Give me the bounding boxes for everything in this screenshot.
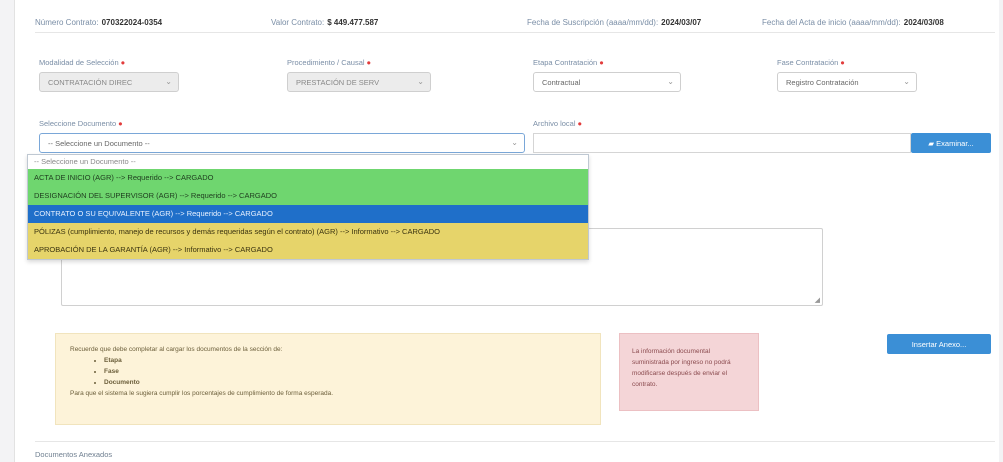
dropdown-option-aprobacion-garantia[interactable]: APROBACIÓN DE LA GARANTÍA (AGR) --> Info…: [28, 241, 588, 259]
chevron-down-icon: ⌄: [903, 77, 910, 86]
procedimiento-select-value: PRESTACIÓN DE SERV: [296, 78, 380, 87]
annexed-documents-heading-text: Documentos Anexados: [35, 450, 113, 459]
dropdown-option-contrato[interactable]: CONTRATO O SU EQUIVALENTE (AGR) --> Requ…: [28, 205, 588, 223]
contract-number-info: Número Contrato: 070322024-0354: [35, 18, 162, 27]
document-select-value: -- Seleccione un Documento --: [48, 139, 150, 148]
file-input-label-text: Archivo local: [533, 119, 576, 128]
subscription-date-label: Fecha de Suscripción (aaaa/mm/dd):: [527, 18, 659, 27]
fase-select-value: Registro Contratación: [786, 78, 859, 87]
reminder-note-list: Etapa Fase Documento: [104, 355, 586, 388]
modalidad-select-value: CONTRATACIÓN DIREC: [48, 78, 133, 87]
resize-handle-icon[interactable]: ◢: [815, 296, 820, 304]
reminder-note-item: Etapa: [104, 355, 586, 366]
subscription-date-value: 2024/03/07: [661, 18, 702, 27]
required-mark: ●: [840, 58, 845, 67]
reminder-note: Recuerde que debe completar al cargar lo…: [55, 333, 601, 425]
dropdown-option-designacion-supervisor[interactable]: DESIGNACIÓN DEL SUPERVISOR (AGR) --> Req…: [28, 187, 588, 205]
fase-label-text: Fase Contratación: [777, 58, 839, 67]
contract-value-label: Valor Contrato:: [271, 18, 325, 27]
fase-label: Fase Contratación ●: [777, 58, 845, 67]
document-select[interactable]: -- Seleccione un Documento -- ⌄: [39, 133, 525, 153]
contract-value-amount: $ 449.477.587: [327, 18, 379, 27]
browse-file-button[interactable]: ▰ Examinar...: [911, 133, 991, 153]
modalidad-select[interactable]: CONTRATACIÓN DIREC ⌄: [39, 72, 179, 92]
etapa-label: Etapa Contratación ●: [533, 58, 604, 67]
required-mark: ●: [120, 58, 126, 67]
warning-note: La información documental suministrada p…: [619, 333, 759, 411]
required-mark: ●: [577, 119, 583, 128]
file-path-input[interactable]: [533, 133, 911, 153]
reminder-note-footer: Para que el sistema le sugiera cumplir l…: [70, 390, 334, 397]
insert-annex-button-label: Insertar Anexo...: [911, 340, 967, 349]
procedimiento-label: Procedimiento / Causal ●: [287, 58, 371, 67]
chevron-down-icon: ⌄: [165, 77, 172, 86]
contract-number-label: Número Contrato:: [35, 18, 99, 27]
required-mark: ●: [366, 58, 372, 67]
modalidad-label-text: Modalidad de Selección: [39, 58, 119, 67]
contract-info-bar: Número Contrato: 070322024-0354 Valor Con…: [35, 16, 995, 33]
contract-number-value: 070322024-0354: [101, 18, 163, 27]
etapa-select[interactable]: Contractual ⌄: [533, 72, 681, 92]
document-select-label-text: Seleccione Documento: [39, 119, 117, 128]
file-input-label: Archivo local ●: [533, 119, 582, 128]
required-mark: ●: [118, 119, 123, 128]
etapa-label-text: Etapa Contratación: [533, 58, 598, 67]
annexed-documents-heading: Documentos Anexados: [35, 441, 995, 459]
folder-open-icon: ▰: [928, 139, 935, 148]
dropdown-option-acta-inicio[interactable]: ACTA DE INICIO (AGR) --> Requerido --> C…: [28, 169, 588, 187]
document-dropdown-list: -- Seleccione un Documento -- ACTA DE IN…: [27, 154, 589, 260]
start-date-value: 2024/03/08: [903, 18, 944, 27]
chevron-down-icon: ⌄: [417, 77, 424, 86]
fase-select[interactable]: Registro Contratación ⌄: [777, 72, 917, 92]
procedimiento-select[interactable]: PRESTACIÓN DE SERV ⌄: [287, 72, 431, 92]
dropdown-option-placeholder[interactable]: -- Seleccione un Documento --: [28, 155, 588, 169]
chevron-down-icon: ⌄: [667, 77, 674, 86]
reminder-note-item: Fase: [104, 366, 586, 377]
required-mark: ●: [599, 58, 604, 67]
dropdown-option-polizas[interactable]: PÓLIZAS (cumplimiento, manejo de recurso…: [28, 223, 588, 241]
reminder-note-intro: Recuerde que debe completar al cargar lo…: [70, 346, 283, 353]
reminder-note-item: Documento: [104, 377, 586, 388]
start-date-label: Fecha del Acta de inicio (aaaa/mm/dd):: [762, 18, 901, 27]
contract-value-info: Valor Contrato: $ 449.477.587: [271, 18, 378, 27]
modalidad-label: Modalidad de Selección ●: [39, 58, 125, 67]
start-date-info: Fecha del Acta de inicio (aaaa/mm/dd): 20…: [762, 18, 944, 27]
warning-note-text: La información documental suministrada p…: [632, 348, 731, 388]
document-select-label: Seleccione Documento ●: [39, 119, 123, 128]
etapa-select-value: Contractual: [542, 78, 581, 87]
browse-file-button-label: Examinar...: [936, 139, 974, 148]
insert-annex-button[interactable]: Insertar Anexo...: [887, 334, 991, 354]
procedimiento-label-text: Procedimiento / Causal: [287, 58, 365, 67]
subscription-date-info: Fecha de Suscripción (aaaa/mm/dd): 2024/0…: [527, 18, 701, 27]
chevron-down-icon: ⌄: [511, 138, 518, 147]
